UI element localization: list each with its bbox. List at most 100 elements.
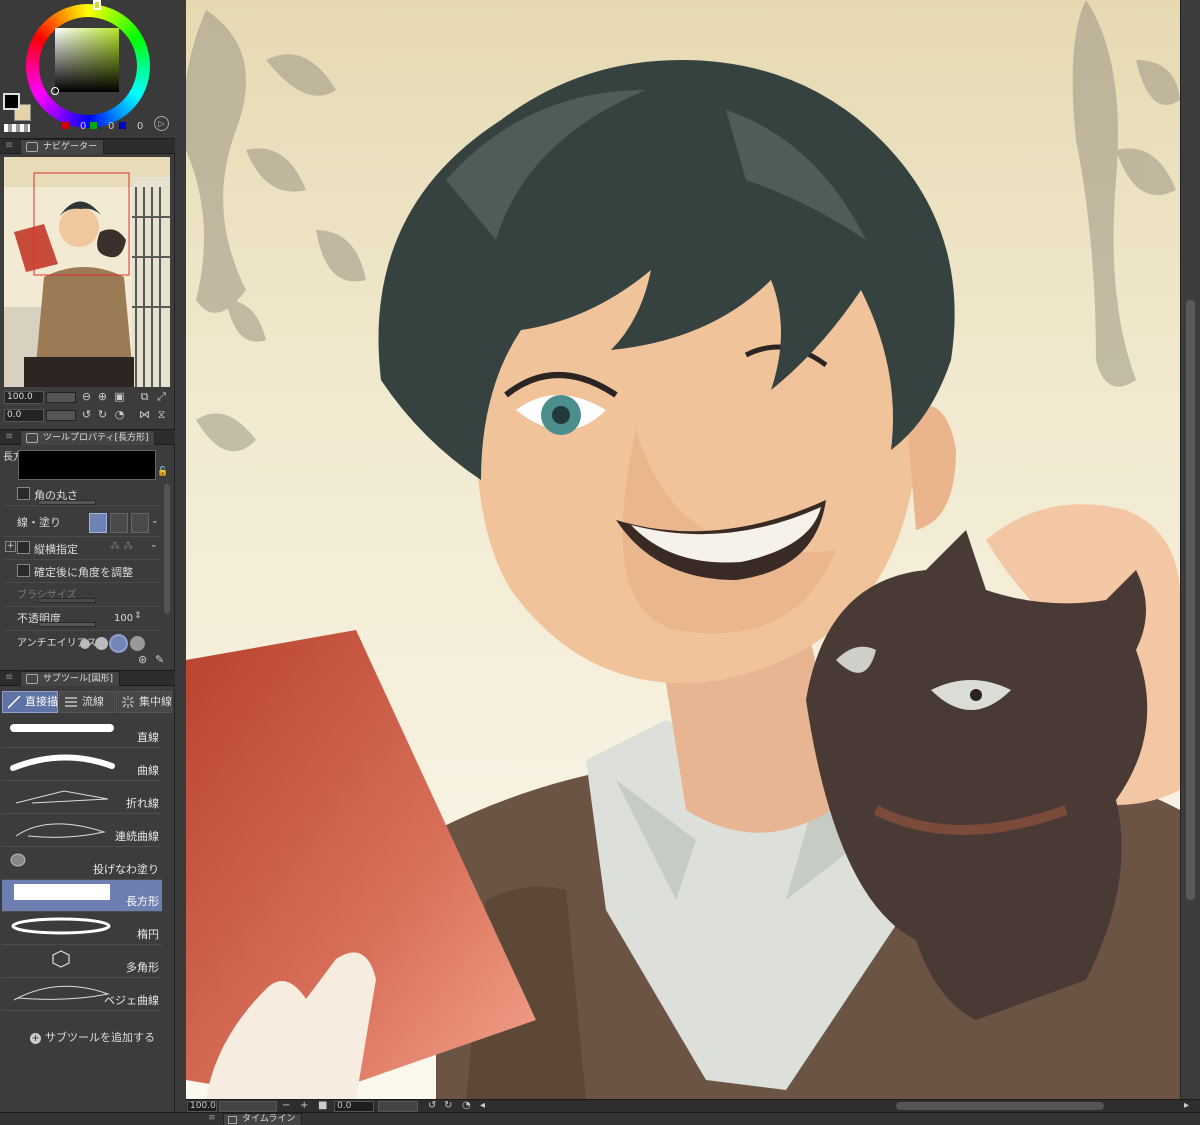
- line-fill-mode-button[interactable]: [131, 513, 149, 533]
- left-bottom-strip: [0, 1112, 175, 1125]
- aspect-options-icon[interactable]: ⁂ ⁂: [110, 541, 133, 552]
- tool-property-scrollbar[interactable]: [164, 484, 170, 614]
- subtool-label: 楕円: [137, 928, 159, 941]
- sv-handle[interactable]: [51, 87, 59, 95]
- panel-grip-icon[interactable]: ≡: [5, 140, 13, 151]
- subtool-group-direct-draw[interactable]: 直接描: [2, 691, 58, 713]
- rotate-left-icon[interactable]: ↺: [428, 1100, 436, 1112]
- subtool-straight-line[interactable]: 直線: [2, 716, 162, 748]
- status-zoom-slider[interactable]: [219, 1101, 277, 1112]
- chevron-down-icon[interactable]: ⌄: [151, 516, 159, 526]
- scroll-right-icon[interactable]: ▸: [1184, 1100, 1189, 1112]
- subtool-curve[interactable]: 曲線: [2, 749, 162, 781]
- opacity-row: 不透明度 100 ⇕: [4, 607, 162, 631]
- rounded-corner-slider[interactable]: [38, 500, 96, 505]
- color-switch-icon[interactable]: ▷: [154, 116, 169, 131]
- tab-timeline[interactable]: タイムライン: [223, 1113, 303, 1125]
- saturation-value-square[interactable]: [55, 28, 119, 92]
- fit-window-icon[interactable]: ⧉: [138, 391, 151, 404]
- antialias-weak-icon[interactable]: [95, 637, 108, 650]
- ellipse-preview: [11, 917, 111, 935]
- subtool-polyline[interactable]: 折れ線: [2, 782, 162, 814]
- adjust-angle-label: 確定後に角度を調整: [34, 566, 133, 579]
- rotate-right-icon[interactable]: ↻: [96, 409, 109, 422]
- zoom-in-icon[interactable]: ⊕: [96, 391, 109, 404]
- vertical-scroll-thumb[interactable]: [1186, 300, 1195, 900]
- status-zoom-field[interactable]: 100.0: [187, 1101, 217, 1112]
- add-subtool-label: サブツールを追加する: [45, 1031, 155, 1044]
- rotate-right-icon[interactable]: ↻: [444, 1100, 452, 1112]
- tool-property-icon: [26, 433, 38, 443]
- aspect-checkbox[interactable]: [17, 541, 30, 554]
- navigator-zoom-field[interactable]: 100.0: [4, 391, 44, 404]
- shape-tool-icon: [26, 674, 38, 684]
- stepper-icon[interactable]: ⇕: [134, 611, 142, 621]
- vertical-scrollbar[interactable]: [1180, 0, 1200, 1099]
- chevron-down-icon[interactable]: ⌄: [150, 540, 158, 550]
- subtool-continuous-curve[interactable]: 連続曲線: [2, 815, 162, 847]
- green-value: 0: [108, 121, 115, 132]
- flip-horizontal-icon[interactable]: ⋈: [138, 409, 151, 422]
- actual-size-icon[interactable]: ■: [318, 1100, 327, 1112]
- rotate-left-icon[interactable]: ↺: [80, 409, 93, 422]
- subtool-lasso-fill[interactable]: 投げなわ塗り: [2, 848, 162, 880]
- flip-vertical-icon[interactable]: ⧖: [155, 409, 168, 422]
- navigator-rotate-slider[interactable]: [46, 410, 76, 421]
- subtool-label: 投げなわ塗り: [93, 863, 159, 876]
- tab-tool-property[interactable]: ツールプロパティ[長方形]: [20, 430, 156, 445]
- tab-subtool[interactable]: サブツール[図形]: [20, 671, 121, 686]
- panel-grip-icon[interactable]: ≡: [5, 431, 13, 442]
- tab-navigator[interactable]: ナビゲーター: [20, 139, 105, 154]
- brush-size-slider[interactable]: [38, 598, 96, 603]
- drawing-canvas[interactable]: [186, 0, 1180, 1099]
- subtool-group-stream-line[interactable]: 流線: [59, 691, 115, 713]
- fill-mode-button[interactable]: [110, 513, 128, 533]
- zoom-in-icon[interactable]: +: [300, 1100, 308, 1112]
- expand-icon[interactable]: +: [5, 541, 16, 552]
- green-indicator: [90, 122, 97, 129]
- antialias-medium-icon[interactable]: [111, 636, 126, 651]
- zoom-out-icon[interactable]: ⊖: [80, 391, 93, 404]
- lock-icon[interactable]: 🔓: [157, 467, 168, 477]
- subtool-rectangle[interactable]: 長方形: [2, 880, 162, 912]
- navigator-preview[interactable]: [4, 157, 170, 387]
- actual-size-icon[interactable]: ▣: [113, 391, 126, 404]
- brush-size-row: ブラシサイズ: [4, 583, 162, 607]
- rounded-corner-checkbox[interactable]: [17, 487, 30, 500]
- navigator-thumbnail: [4, 157, 170, 387]
- plus-icon: +: [30, 1033, 41, 1044]
- subtool-ellipse[interactable]: 楕円: [2, 913, 162, 945]
- fit-navigator-icon[interactable]: ⤢: [155, 391, 168, 404]
- tool-property-header: ≡ ツールプロパティ[長方形]: [0, 429, 175, 445]
- rectangle-preview: [14, 884, 110, 900]
- horizontal-scroll-thumb[interactable]: [896, 1102, 1104, 1110]
- navigator-rotate-field[interactable]: 0.0: [4, 409, 44, 422]
- hue-handle[interactable]: [93, 0, 101, 10]
- wrench-icon[interactable]: ✎: [155, 653, 164, 666]
- status-angle-slider[interactable]: [378, 1101, 418, 1112]
- foreground-color-swatch[interactable]: [3, 93, 20, 110]
- status-angle-field[interactable]: 0.0: [334, 1101, 374, 1112]
- opacity-value[interactable]: 100: [114, 613, 133, 624]
- reset-rotation-icon[interactable]: ◔: [462, 1100, 471, 1112]
- subtool-polygon[interactable]: 多角形: [2, 946, 162, 978]
- panel-grip-icon[interactable]: ≡: [5, 672, 13, 683]
- line-fill-label: 線・塗り: [17, 516, 61, 529]
- subtool-bezier-curve[interactable]: ベジェ曲線: [2, 979, 162, 1011]
- add-subtool-button[interactable]: + サブツールを追加する: [30, 1029, 155, 1045]
- subtool-label: 長方形: [126, 895, 159, 908]
- zoom-out-icon[interactable]: −: [282, 1100, 290, 1112]
- scroll-left-icon[interactable]: ◂: [480, 1100, 485, 1112]
- subtool-group-label: 流線: [82, 695, 104, 708]
- line-mode-button[interactable]: [89, 513, 107, 533]
- antialias-none-icon[interactable]: [80, 639, 90, 649]
- reset-rotation-icon[interactable]: ◔: [113, 409, 126, 422]
- panel-grip-icon[interactable]: ≡: [208, 1113, 216, 1123]
- transparent-color-swatch[interactable]: [4, 124, 30, 132]
- opacity-slider[interactable]: [38, 622, 96, 627]
- adjust-angle-checkbox[interactable]: [17, 564, 30, 577]
- antialias-strong-icon[interactable]: [130, 636, 145, 651]
- subtool-group-focus-line[interactable]: 集中線: [116, 691, 172, 713]
- settings-icon[interactable]: ⊛: [138, 653, 147, 666]
- navigator-zoom-slider[interactable]: [46, 392, 76, 403]
